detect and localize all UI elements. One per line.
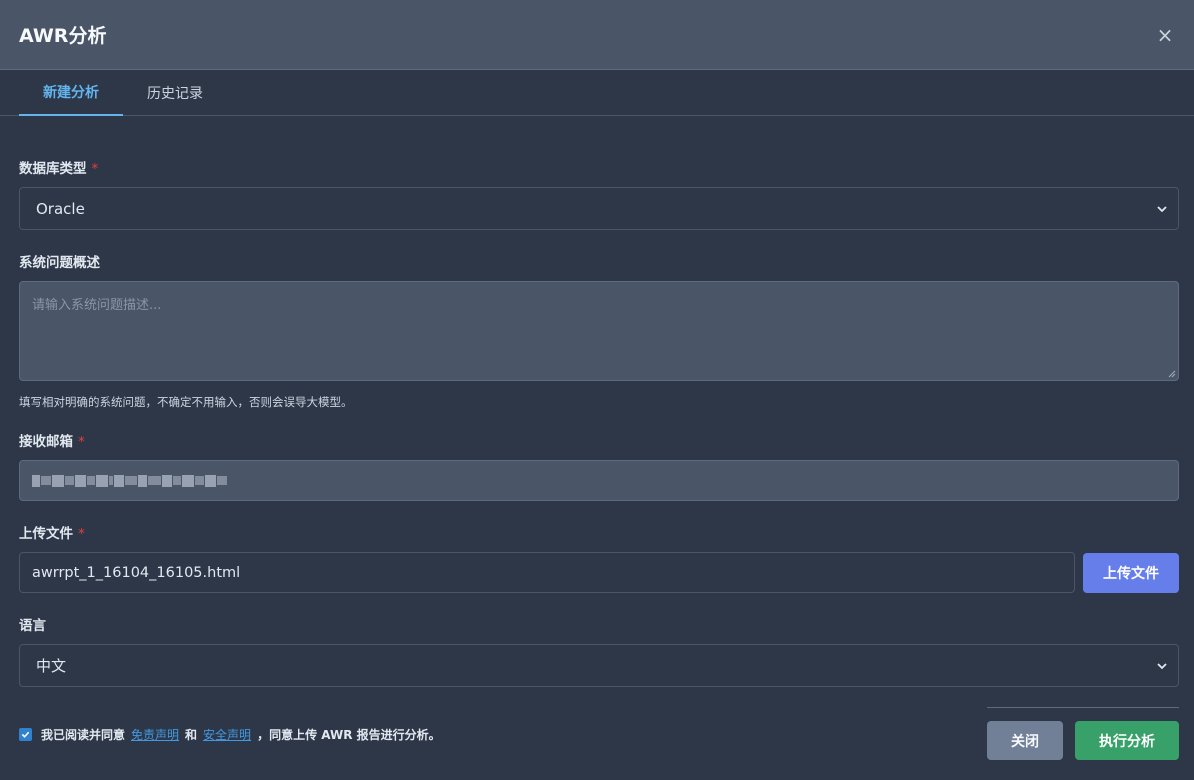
disclaimer-link[interactable]: 免责声明: [131, 726, 179, 743]
db-type-value: Oracle: [36, 199, 85, 218]
problem-help-text: 填写相对明确的系统问题，不确定不用输入，否则会误导大模型。: [19, 395, 353, 409]
language-label: 语言: [19, 618, 46, 634]
agree-checkbox[interactable]: [19, 728, 32, 741]
agreement-row: 我已阅读并同意 免责声明 和 安全声明 ，同意上传 AWR 报告进行分析。: [19, 726, 441, 743]
resize-grip-icon[interactable]: [1166, 368, 1176, 378]
redacted-email: [32, 474, 227, 487]
language-value: 中文: [36, 657, 67, 675]
email-field[interactable]: [19, 460, 1179, 501]
tab-bar: 新建分析 历史记录: [0, 70, 1194, 116]
chevron-down-icon: [1157, 205, 1167, 212]
problem-label: 系统问题概述: [19, 255, 100, 271]
tab-new-analysis[interactable]: 新建分析: [19, 70, 123, 116]
agreement-conj: 和: [185, 728, 198, 742]
agreement-prefix: 我已阅读并同意: [41, 728, 126, 742]
check-icon: [21, 731, 30, 738]
problem-placeholder: 请输入系统问题描述...: [32, 298, 162, 313]
security-statement-link[interactable]: 安全声明: [203, 726, 251, 743]
chevron-down-icon: [1157, 662, 1167, 669]
tab-history[interactable]: 历史记录: [123, 70, 227, 116]
awr-dialog: AWR分析 × 新建分析 历史记录 数据库类型 * Oracle 系统问题概述 请…: [0, 0, 1194, 780]
agreement-suffix: ，同意上传 AWR 报告进行分析。: [257, 728, 441, 742]
close-button[interactable]: 关闭: [987, 721, 1063, 760]
language-select[interactable]: 中文: [19, 644, 1179, 687]
dialog-title: AWR分析: [19, 25, 107, 47]
required-mark: *: [78, 434, 85, 450]
dialog-header: AWR分析 ×: [0, 0, 1194, 70]
required-mark: *: [91, 161, 99, 177]
footer-divider: [987, 707, 1179, 708]
file-label: 上传文件 *: [19, 526, 85, 542]
db-type-label: 数据库类型 *: [19, 161, 99, 177]
run-analysis-button[interactable]: 执行分析: [1075, 721, 1179, 760]
email-label: 接收邮箱 *: [19, 434, 85, 450]
db-type-select[interactable]: Oracle: [19, 187, 1179, 230]
file-name-input[interactable]: awrrpt_1_16104_16105.html: [19, 552, 1075, 593]
problem-textarea[interactable]: 请输入系统问题描述...: [19, 281, 1179, 381]
close-icon[interactable]: ×: [1153, 23, 1177, 47]
required-mark: *: [78, 526, 85, 542]
upload-file-button[interactable]: 上传文件: [1083, 553, 1179, 593]
